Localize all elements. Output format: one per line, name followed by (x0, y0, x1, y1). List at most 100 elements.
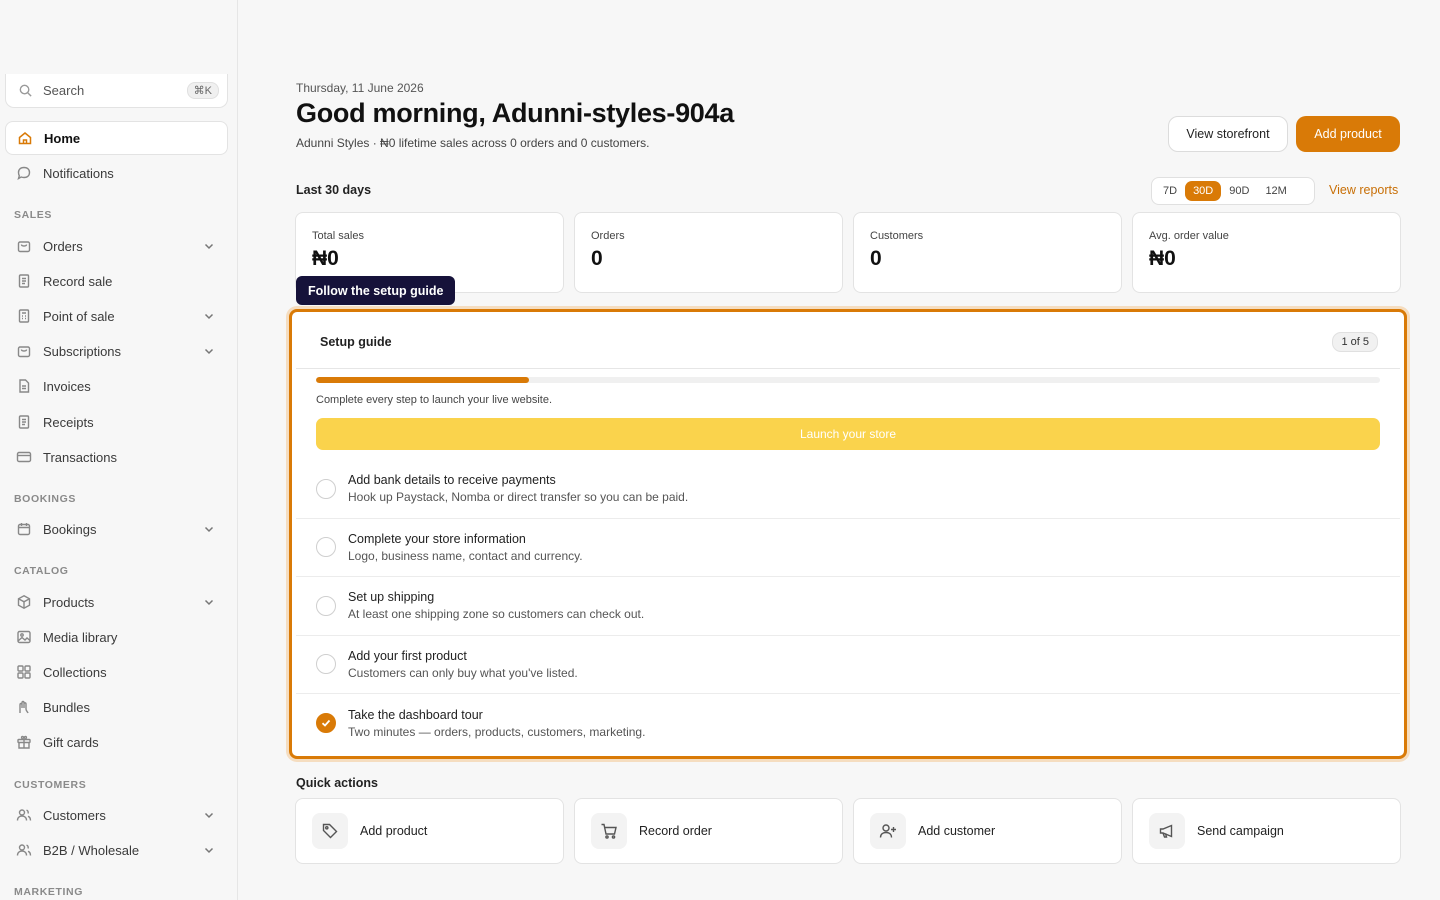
launch-store-button[interactable]: Launch your store (316, 418, 1380, 450)
chevron-down-icon[interactable] (202, 344, 216, 358)
quick-actions-title: Quick actions (296, 776, 378, 790)
setup-guide-header: Setup guide 1 of 5 (296, 316, 1400, 369)
stat-card-customers[interactable]: Customers 0 (853, 212, 1122, 293)
stat-label: Orders (591, 230, 625, 242)
sidebar-item-label: Receipts (43, 414, 94, 430)
setup-guide-title: Setup guide (320, 335, 392, 349)
chevron-down-icon[interactable] (202, 522, 216, 536)
sidebar-item-record-sale[interactable]: Record sale (5, 264, 228, 298)
search-bar[interactable]: Search ⌘K (5, 74, 228, 108)
step-description: Customers can only buy what you've liste… (348, 665, 578, 680)
quick-action-add-product[interactable]: Add product (295, 798, 564, 864)
page-title: Good morning, Adunni-styles-904a (296, 98, 734, 128)
sidebar-item-label: Collections (43, 664, 107, 680)
step-title: Set up shipping (348, 590, 435, 605)
sidebar-item-label: Transactions (43, 449, 117, 465)
sidebar-item-notifications[interactable]: Notifications (5, 156, 228, 190)
receipt-icon (15, 272, 33, 290)
stat-card-avg-order-value[interactable]: Avg. order value ₦0 (1132, 212, 1401, 293)
setup-step-store-information[interactable]: Complete your store information Logo, bus… (296, 519, 1400, 577)
search-label: Search (43, 83, 85, 98)
sidebar-item-label: Gift cards (43, 734, 99, 750)
image-icon (15, 628, 33, 646)
sidebar-item-collections[interactable]: Collections (5, 655, 228, 689)
box-icon (15, 593, 33, 611)
range-12m[interactable]: 12M (1257, 181, 1294, 201)
sidebar-item-b2b-wholesale[interactable]: B2B / Wholesale (5, 833, 228, 867)
sidebar-item-media-library[interactable]: Media library (5, 620, 228, 654)
chevron-down-icon[interactable] (202, 595, 216, 609)
chevron-down-icon[interactable] (202, 309, 216, 323)
sidebar-item-gift-cards[interactable]: Gift cards (5, 725, 228, 759)
sidebar-item-label: Home (44, 130, 81, 146)
step-checkbox-checked[interactable] (316, 713, 336, 734)
user-plus-icon (870, 813, 906, 849)
setup-step-bank-details[interactable]: Add bank details to receive payments Hook… (296, 460, 1400, 519)
sidebar: Search ⌘K Home Notifications SALES Order… (0, 0, 238, 900)
sidebar-item-customers[interactable]: Customers (5, 798, 228, 832)
sidebar-item-orders[interactable]: Orders (5, 229, 228, 263)
chevron-down-icon[interactable] (202, 808, 216, 822)
bundle-icon (15, 698, 33, 716)
search-shortcut: ⌘K (186, 82, 219, 99)
range-90d[interactable]: 90D (1221, 181, 1257, 201)
bag-icon (15, 342, 33, 360)
step-checkbox[interactable] (316, 537, 336, 558)
grid-icon (15, 663, 33, 681)
stat-label: Customers (870, 230, 924, 242)
stat-label: Total sales (312, 230, 364, 242)
setup-guide-count-badge: 1 of 5 (1332, 332, 1378, 352)
range-30d[interactable]: 30D (1185, 181, 1222, 201)
sidebar-item-point-of-sale[interactable]: Point of sale (5, 299, 228, 333)
step-checkbox[interactable] (316, 654, 336, 675)
sidebar-item-label: Media library (43, 629, 118, 645)
setup-guide-card: Setup guide 1 of 5 Complete every step t… (289, 309, 1407, 759)
checkmark-icon (321, 720, 331, 728)
sidebar-item-bookings[interactable]: Bookings (5, 512, 228, 546)
quick-action-send-campaign[interactable]: Send campaign (1132, 798, 1401, 864)
sidebar-item-invoices[interactable]: Invoices (5, 369, 228, 403)
quick-action-record-order[interactable]: Record order (574, 798, 843, 864)
sidebar-item-label: Notifications (43, 165, 114, 181)
range-7d[interactable]: 7D (1155, 181, 1185, 201)
setup-steps-list: Add bank details to receive payments Hook… (296, 460, 1400, 753)
sidebar-item-label: Customers (43, 807, 106, 823)
users-icon (15, 806, 33, 824)
sidebar-item-receipts[interactable]: Receipts (5, 405, 228, 439)
sidebar-item-label: Bundles (43, 699, 90, 715)
view-reports-link[interactable]: View reports (1329, 183, 1398, 197)
stat-value: 0 (870, 247, 882, 270)
quick-action-add-customer[interactable]: Add customer (853, 798, 1122, 864)
sidebar-item-transactions[interactable]: Transactions (5, 440, 228, 474)
card-icon (15, 448, 33, 466)
stat-value: ₦0 (312, 247, 339, 270)
chevron-down-icon[interactable] (202, 239, 216, 253)
view-storefront-button[interactable]: View storefront (1168, 116, 1288, 152)
stat-value: 0 (591, 247, 603, 270)
step-checkbox[interactable] (316, 595, 336, 616)
setup-step-dashboard-tour[interactable]: Take the dashboard tour Two minutes — ord… (296, 694, 1400, 753)
sidebar-item-label: Bookings (43, 521, 97, 537)
setup-step-first-product[interactable]: Add your first product Customers can only… (296, 636, 1400, 694)
sidebar-item-home[interactable]: Home (5, 121, 228, 155)
chat-bubble-icon (15, 164, 33, 182)
quick-action-label: Send campaign (1197, 824, 1284, 838)
sidebar-item-bundles[interactable]: Bundles (5, 690, 228, 724)
step-checkbox[interactable] (316, 478, 336, 499)
bag-icon (15, 237, 33, 255)
chevron-down-icon[interactable] (202, 843, 216, 857)
sidebar-item-label: Point of sale (43, 308, 115, 324)
section-customers: CUSTOMERS (14, 779, 87, 791)
search-icon (19, 84, 32, 97)
quick-action-label: Record order (639, 824, 712, 838)
stat-value: ₦0 (1149, 247, 1176, 270)
stat-card-orders[interactable]: Orders 0 (574, 212, 843, 293)
sidebar-item-products[interactable]: Products (5, 585, 228, 619)
add-product-button[interactable]: Add product (1296, 116, 1400, 152)
quick-action-label: Add customer (918, 824, 996, 838)
setup-step-shipping[interactable]: Set up shipping At least one shipping zon… (296, 577, 1400, 636)
calendar-icon (15, 520, 33, 538)
sidebar-item-subscriptions[interactable]: Subscriptions (5, 334, 228, 368)
document-icon (15, 377, 33, 395)
section-bookings: BOOKINGS (14, 493, 76, 505)
